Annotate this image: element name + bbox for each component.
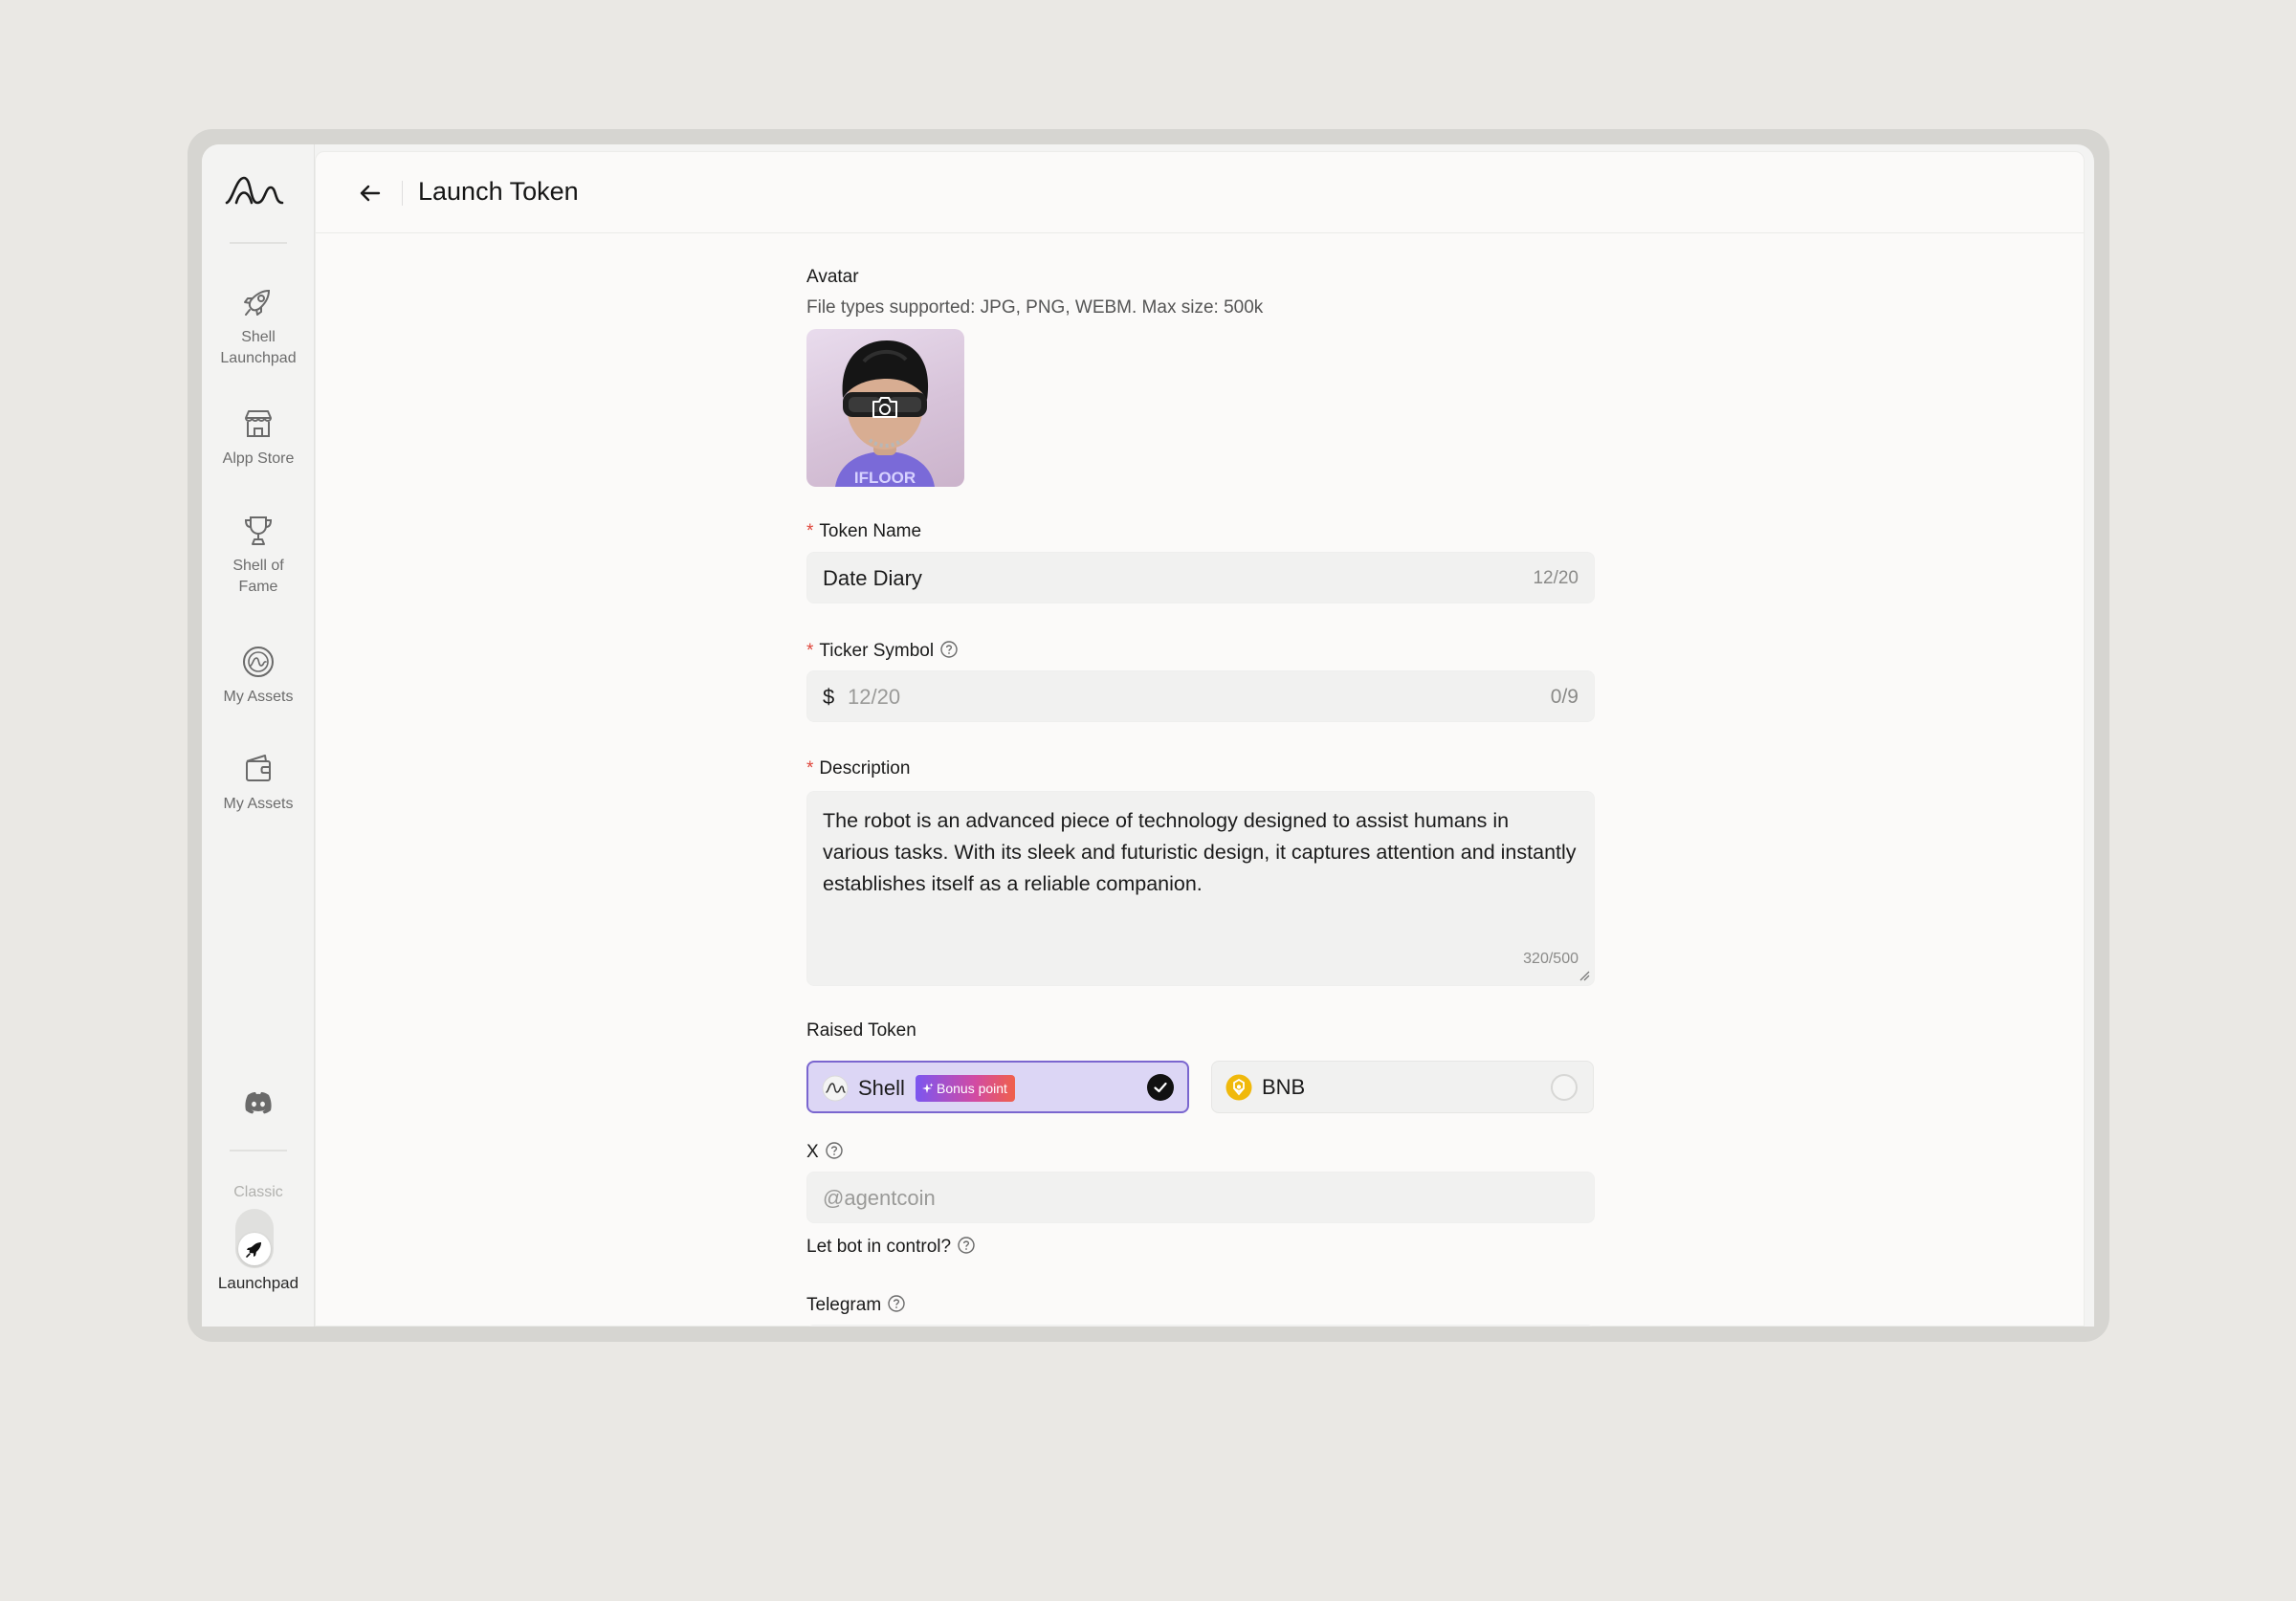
ticker-label-text: Ticker Symbol: [819, 641, 935, 661]
ticker-label: * Ticker Symbol: [806, 640, 959, 662]
sidebar-item-label: My Assets: [223, 689, 294, 705]
sidebar-item-label: Shell: [241, 329, 276, 345]
token-name-label: * Token Name: [806, 521, 921, 542]
token-name-label-text: Token Name: [819, 521, 922, 541]
avatar-upload[interactable]: IFLOOR: [806, 329, 964, 487]
ticker-prefix: $: [823, 685, 835, 709]
app-window: Shell Launchpad Alpp Store Shell of Fame: [202, 144, 2094, 1327]
telegram-label: Telegram: [806, 1294, 906, 1316]
shell-coin-icon: [822, 1075, 849, 1102]
ticker-placeholder: 12/20: [848, 685, 901, 709]
camera-icon: [872, 397, 897, 418]
sparkle-icon: [922, 1083, 934, 1093]
required-asterisk: *: [806, 758, 814, 779]
selected-check-icon: [1147, 1074, 1174, 1101]
sidebar-item-label: Alpp Store: [222, 450, 295, 467]
description-label-text: Description: [819, 758, 911, 779]
rocket-icon: [244, 289, 271, 316]
ticker-symbol-input[interactable]: $ 12/20 0/9: [806, 670, 1595, 722]
toggle-knob: [238, 1233, 271, 1265]
help-icon[interactable]: [887, 1294, 906, 1313]
bnb-option-label: BNB: [1262, 1075, 1306, 1099]
page-title: Launch Token: [418, 177, 579, 206]
bot-control-label: Let bot in control?: [806, 1236, 976, 1258]
bnb-coin-icon: [1225, 1074, 1252, 1101]
avatar-label: Avatar: [806, 267, 859, 287]
description-value: The robot is an advanced piece of techno…: [823, 809, 1577, 895]
sidebar-item-label: Launchpad: [220, 350, 297, 366]
raised-token-label: Raised Token: [806, 1020, 916, 1041]
store-icon: [245, 410, 272, 437]
telegram-input[interactable]: [806, 1325, 1595, 1327]
header-divider: [402, 181, 403, 206]
bonus-badge-text: Bonus point: [937, 1081, 1007, 1096]
sidebar-item-label: Fame: [238, 579, 278, 595]
description-textarea[interactable]: The robot is an advanced piece of techno…: [806, 791, 1595, 986]
avatar-hint: File types supported: JPG, PNG, WEBM. Ma…: [806, 297, 1264, 318]
ticker-counter: 0/9: [1550, 686, 1578, 708]
bot-control-label-text: Let bot in control?: [806, 1237, 952, 1257]
bonus-badge: Bonus point: [916, 1075, 1015, 1102]
sidebar-item-shell-of-fame[interactable]: Shell of Fame: [202, 512, 315, 598]
help-icon[interactable]: [957, 1236, 976, 1255]
help-icon[interactable]: [939, 640, 959, 659]
mode-classic-label: Classic: [233, 1184, 283, 1200]
telegram-label-text: Telegram: [806, 1295, 882, 1315]
raised-token-option-bnb[interactable]: BNB: [1211, 1061, 1594, 1113]
required-asterisk: *: [806, 521, 814, 541]
mode-toggle[interactable]: [235, 1209, 274, 1268]
app-logo-icon[interactable]: [223, 168, 286, 214]
x-label-text: X: [806, 1142, 819, 1162]
x-handle-input[interactable]: @agentcoin: [806, 1172, 1595, 1223]
token-name-counter: 12/20: [1533, 568, 1578, 588]
mode-launchpad-label: Launchpad: [217, 1274, 299, 1292]
wallet-icon: [246, 755, 271, 781]
avatar-shirt-text: IFLOOR: [854, 469, 916, 487]
sidebar: Shell Launchpad Alpp Store Shell of Fame: [202, 144, 315, 1327]
x-placeholder: @agentcoin: [823, 1186, 936, 1210]
help-icon[interactable]: [825, 1141, 844, 1160]
sidebar-item-my-assets[interactable]: My Assets: [202, 643, 315, 708]
back-arrow-icon[interactable]: [354, 177, 386, 209]
assets-icon: [243, 647, 274, 677]
shell-option-label: Shell: [858, 1076, 905, 1100]
token-name-input[interactable]: Date Diary 12/20: [806, 552, 1595, 603]
raised-token-option-shell[interactable]: Shell Bonus point: [806, 1061, 1189, 1113]
x-label: X: [806, 1141, 844, 1163]
main-panel: Launch Token Avatar File types supported…: [315, 151, 2085, 1327]
resize-handle-icon[interactable]: [1578, 970, 1590, 981]
sidebar-item-shell-launchpad[interactable]: Shell Launchpad: [202, 283, 315, 369]
header: Launch Token: [316, 152, 2084, 233]
sidebar-divider: [230, 1150, 287, 1151]
rocket-icon: [246, 1242, 261, 1258]
unselected-radio: [1551, 1074, 1578, 1101]
description-label: * Description: [806, 758, 910, 779]
discord-icon[interactable]: [239, 1084, 277, 1122]
trophy-icon: [244, 516, 273, 545]
token-name-value: Date Diary: [823, 566, 922, 590]
sidebar-item-label: My Assets: [223, 796, 294, 812]
sidebar-divider: [230, 242, 287, 244]
sidebar-item-label: Shell of: [232, 558, 284, 574]
required-asterisk: *: [806, 641, 814, 661]
sidebar-item-my-assets-wallet[interactable]: My Assets: [202, 750, 315, 815]
description-counter: 320/500: [1523, 951, 1578, 967]
sidebar-item-alpp-store[interactable]: Alpp Store: [202, 405, 315, 470]
